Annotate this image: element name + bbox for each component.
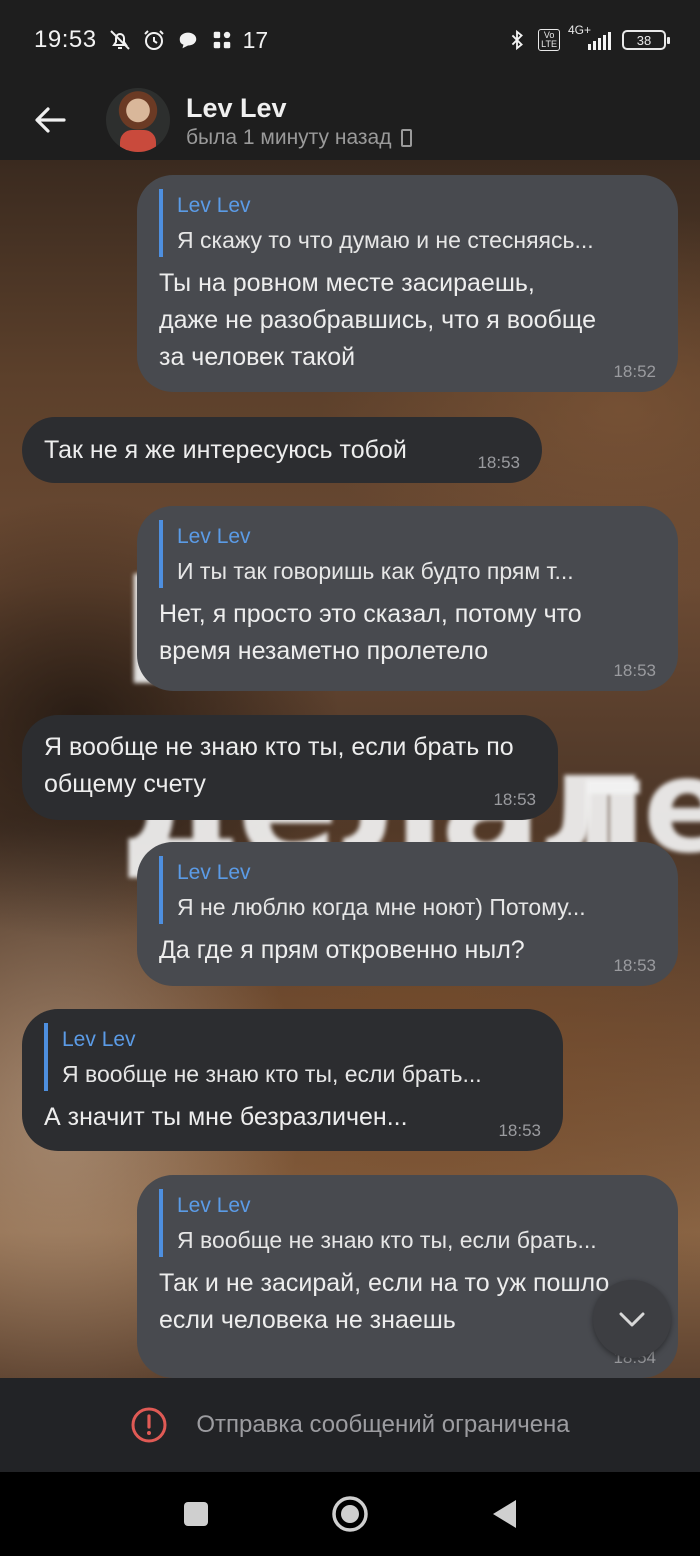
reply-text: Я скажу то что думаю и не стесняясь... <box>177 227 594 253</box>
status-left: 19:53 17 <box>34 26 268 54</box>
status-right: Vo LTE 4G+ 38 <box>504 23 670 53</box>
volte-icon: Vo LTE <box>538 29 560 51</box>
bluetooth-icon <box>504 27 530 53</box>
message-text: Так и не засирай, если на то уж пошло, е… <box>159 1269 617 1334</box>
warning-icon <box>131 1407 167 1443</box>
battery-indicator: 38 <box>622 30 670 50</box>
message-time: 18:53 <box>498 1121 541 1140</box>
message-text: А значит ты мне безразличен... <box>44 1103 408 1131</box>
chevron-down-icon <box>619 1312 645 1327</box>
reply-text: Я вообще не знаю кто ты, если брать... <box>177 1227 597 1253</box>
messaging-restricted-bar: Отправка сообщений ограничена <box>0 1378 700 1472</box>
reply-preview[interactable]: Lev Lev И ты так говоришь как будто прям… <box>159 520 656 588</box>
mobile-phone-icon <box>401 129 413 147</box>
home-button[interactable] <box>328 1492 372 1536</box>
battery-level: 38 <box>636 32 652 48</box>
reply-author: Lev Lev <box>177 194 251 217</box>
message-bubble-outgoing[interactable]: Lev Lev И ты так говоришь как будто прям… <box>137 506 678 691</box>
message-bubble-incoming[interactable]: Я вообще не знаю кто ты, если брать по о… <box>22 715 558 820</box>
message-time: 18:53 <box>613 661 656 680</box>
contact-status: была 1 минуту назад <box>186 126 413 150</box>
reply-preview[interactable]: Lev Lev Я не люблю когда мне ноют) Потом… <box>159 856 656 924</box>
message-bubble-outgoing[interactable]: Lev Lev Я не люблю когда мне ноют) Потом… <box>137 842 678 986</box>
apps-grid-icon <box>209 27 235 53</box>
square-icon <box>184 1502 208 1526</box>
recents-button[interactable] <box>174 1492 218 1536</box>
reply-text: И ты так говоришь как будто прям т... <box>177 558 574 584</box>
reply-author: Lev Lev <box>62 1028 136 1051</box>
message-text: Да где я прям откровенно ныл? <box>159 936 525 964</box>
message-bubble-incoming[interactable]: Так не я же интересуюсь тобой 18:53 <box>22 417 542 483</box>
restricted-text: Отправка сообщений ограничена <box>196 1411 570 1438</box>
message-text: Я вообще не знаю кто ты, если брать по о… <box>44 733 514 798</box>
contact-name: Lev Lev <box>186 93 287 123</box>
message-time: 18:53 <box>477 453 520 472</box>
back-nav-button[interactable] <box>482 1492 526 1536</box>
last-seen-text: была 1 минуту назад <box>186 126 392 149</box>
reply-author: Lev Lev <box>177 861 251 884</box>
message-time: 18:53 <box>493 790 536 809</box>
message-bubble-incoming[interactable]: Lev Lev Я вообще не знаю кто ты, если бр… <box>22 1009 563 1151</box>
reply-author: Lev Lev <box>177 525 251 548</box>
status-bar: 19:53 17 Vo LTE 4G+ 38 <box>0 0 700 80</box>
message-text: Ты на ровном месте засираешь, даже не ра… <box>159 269 597 371</box>
triangle-back-icon <box>493 1500 516 1528</box>
signal-icon: 4G+ <box>568 23 614 53</box>
message-time: 18:53 <box>613 956 656 975</box>
muted-bell-icon <box>107 27 133 53</box>
notification-count: 17 <box>242 26 269 53</box>
message-time: 18:52 <box>613 362 656 381</box>
reply-preview[interactable]: Lev Lev Я вообще не знаю кто ты, если бр… <box>44 1023 541 1091</box>
reply-author: Lev Lev <box>177 1194 251 1217</box>
reply-text: Я вообще не знаю кто ты, если брать... <box>62 1061 482 1087</box>
reply-preview[interactable]: Lev Lev Я скажу то что думаю и не стесня… <box>159 189 656 257</box>
arrow-left-icon <box>35 107 66 133</box>
network-type: 4G+ <box>568 23 592 37</box>
chat-header: Lev Lev была 1 минуту назад <box>0 80 700 160</box>
chat-bubble-icon <box>175 27 201 53</box>
contact-info[interactable]: Lev Lev была 1 минуту назад <box>186 90 413 150</box>
back-button[interactable] <box>0 80 100 160</box>
message-text: Нет, я просто это сказал, потому что вре… <box>159 600 582 665</box>
system-navigation-bar <box>0 1472 700 1556</box>
message-list[interactable]: Кто делал ге Lev Lev Я скажу то что дума… <box>0 160 700 1378</box>
home-circle-icon <box>332 1496 368 1532</box>
reply-preview[interactable]: Lev Lev Я вообще не знаю кто ты, если бр… <box>159 1189 656 1257</box>
alarm-icon <box>141 27 167 53</box>
scroll-to-bottom-button[interactable] <box>593 1280 671 1358</box>
reply-text: Я не люблю когда мне ноют) Потому... <box>177 894 586 920</box>
message-text: Так не я же интересуюсь тобой <box>44 436 407 464</box>
status-time: 19:53 <box>34 26 97 53</box>
message-bubble-outgoing[interactable]: Lev Lev Я скажу то что думаю и не стесня… <box>137 175 678 392</box>
avatar[interactable] <box>106 88 170 152</box>
message-bubble-outgoing[interactable]: Lev Lev Я вообще не знаю кто ты, если бр… <box>137 1175 678 1378</box>
